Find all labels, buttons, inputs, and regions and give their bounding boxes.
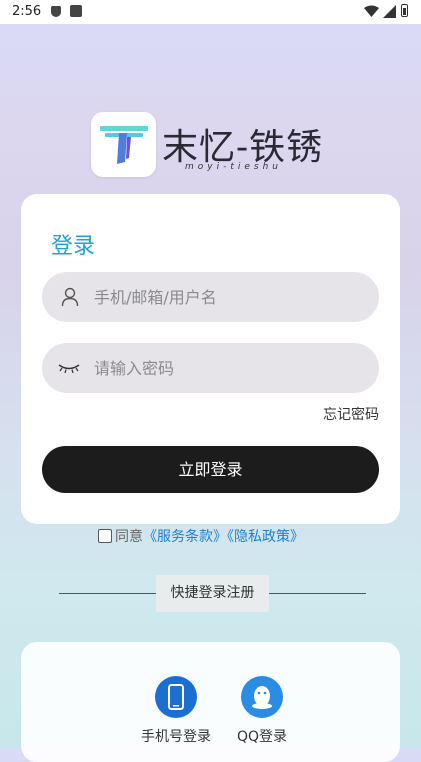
notification-icon xyxy=(70,5,82,17)
username-field[interactable] xyxy=(42,272,379,322)
divider-right xyxy=(269,593,366,594)
forgot-password-link[interactable]: 忘记密码 xyxy=(323,404,379,424)
password-input[interactable] xyxy=(94,343,364,393)
alt-login-panel: 手机号登录 QQ登录 xyxy=(21,642,400,762)
status-time: 2:56 xyxy=(12,4,42,19)
agreement-row: 同意《服务条款》《隐私政策》 xyxy=(98,526,304,546)
phone-icon[interactable] xyxy=(155,676,197,718)
user-icon xyxy=(61,287,79,307)
eye-closed-icon[interactable] xyxy=(58,361,80,375)
qq-icon[interactable] xyxy=(241,676,283,718)
logo-t-icon xyxy=(100,126,148,164)
phone-login-label: 手机号登录 xyxy=(141,729,211,745)
app-logo xyxy=(91,112,156,177)
login-button[interactable]: 立即登录 xyxy=(42,446,379,493)
signal-icon xyxy=(383,5,396,18)
status-bar: 2:56 xyxy=(0,0,421,24)
battery-icon xyxy=(401,4,408,17)
brand-subtitle: moyi-tieshu xyxy=(185,162,283,172)
login-card: 登录 忘记密码 立即登录 xyxy=(21,194,400,524)
divider-left xyxy=(59,593,156,594)
login-title: 登录 xyxy=(51,234,96,259)
qq-login-label: QQ登录 xyxy=(236,729,288,745)
terms-link[interactable]: 《服务条款》 xyxy=(143,529,227,545)
phone-login-option[interactable]: 手机号登录 xyxy=(139,676,213,746)
agreement-prefix: 同意 xyxy=(115,529,143,545)
password-field[interactable] xyxy=(42,343,379,393)
qq-login-option[interactable]: QQ登录 xyxy=(226,676,298,746)
wifi-icon xyxy=(364,5,379,17)
agreement-checkbox[interactable] xyxy=(98,529,112,543)
quick-login-label[interactable]: 快捷登录注册 xyxy=(156,575,269,612)
username-input[interactable] xyxy=(94,272,364,322)
shield-icon xyxy=(51,6,61,17)
privacy-link[interactable]: 《隐私政策》 xyxy=(227,529,304,545)
